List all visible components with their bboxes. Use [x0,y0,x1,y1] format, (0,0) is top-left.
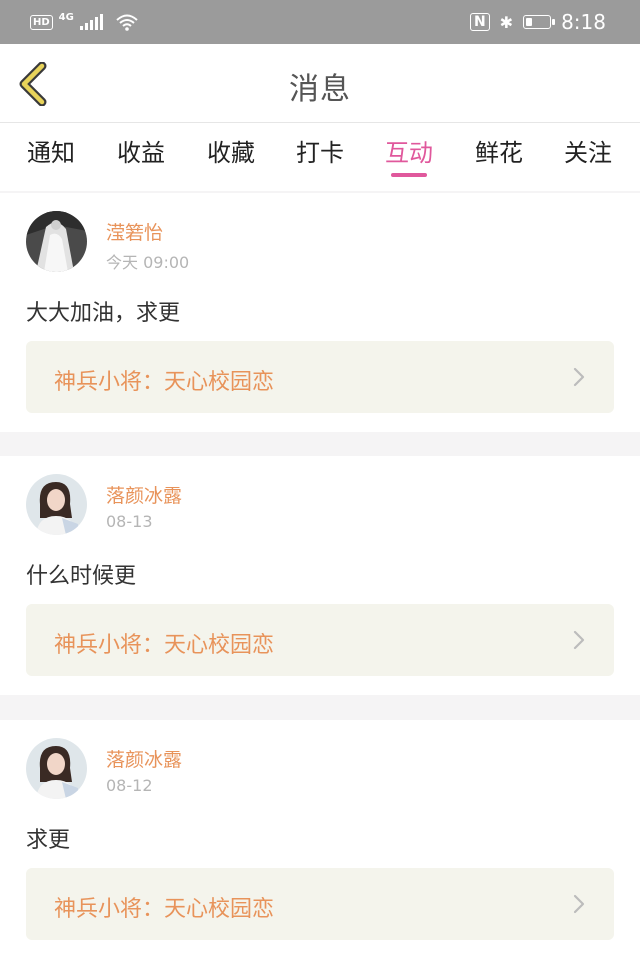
battery-level [526,18,533,26]
timestamp: 08-13 [106,512,153,531]
clock: 8:18 [561,10,606,34]
network-type-label: 4G [58,11,74,23]
comment-text: 大大加油，求更 [26,301,181,326]
message-card: 滢箬怡 今天 09:00 大大加油，求更 神兵小将：天心校园恋 [0,193,640,432]
tab-checkin[interactable]: 打卡 [280,133,360,168]
tab-earnings[interactable]: 收益 [101,133,181,168]
book-title: 神兵小将：天心校园恋 [54,897,275,922]
username[interactable]: 滢箬怡 [106,218,163,245]
tab-interaction[interactable]: 互动 [369,133,449,168]
signal-icon [79,14,103,30]
avatar[interactable] [26,738,87,799]
book-link[interactable]: 神兵小将：天心校园恋 [26,341,614,413]
tab-bar: 通知 收益 收藏 打卡 互动 鲜花 关注 [0,123,640,191]
message-card: 落颜冰露 08-13 什么时候更 神兵小将：天心校园恋 [0,456,640,695]
tab-favorites[interactable]: 收藏 [191,133,271,168]
battery-icon [523,15,556,29]
book-link[interactable]: 神兵小将：天心校园恋 [26,868,614,940]
timestamp: 08-12 [106,776,153,795]
book-link[interactable]: 神兵小将：天心校园恋 [26,604,614,676]
avatar[interactable] [26,211,87,272]
username[interactable]: 落颜冰露 [106,481,182,508]
chevron-right-icon [573,630,585,650]
book-title: 神兵小将：天心校园恋 [54,633,275,658]
tab-notifications[interactable]: 通知 [11,133,91,168]
comment-text: 求更 [26,828,71,853]
username[interactable]: 落颜冰露 [106,745,182,772]
message-card: 落颜冰露 08-12 求更 神兵小将：天心校园恋 [0,720,640,972]
page-title: 消息 [289,72,351,107]
nfc-icon: N [469,13,490,31]
tab-flowers[interactable]: 鲜花 [459,133,539,168]
chevron-right-icon [573,894,585,914]
tab-following[interactable]: 关注 [548,133,628,168]
hd-icon: HD [30,14,53,30]
comment-text: 什么时候更 [26,564,137,589]
active-tab-indicator [391,173,427,177]
book-title: 神兵小将：天心校园恋 [54,370,275,395]
avatar[interactable] [26,474,87,535]
chevron-right-icon [573,367,585,387]
status-bar: HD 4G N ✱ 8:18 [0,0,640,44]
bluetooth-icon: ✱ [499,12,514,32]
wifi-icon [116,14,138,31]
timestamp: 今天 09:00 [106,253,190,272]
nav-bar: 消息 [0,44,640,123]
